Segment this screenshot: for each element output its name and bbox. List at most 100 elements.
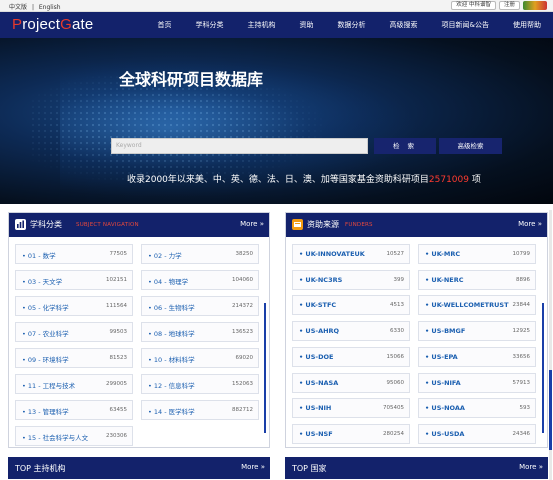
subject-item-label[interactable]: • 06 - 生物科学 (148, 302, 195, 312)
subject-more-link[interactable]: More » (240, 220, 264, 228)
funder-item[interactable]: • UK-MRC 10799 (418, 244, 536, 264)
funder-item-label[interactable]: • UK-WELLCOMETRUST (425, 301, 509, 309)
funder-item-count: 23844 (512, 302, 531, 309)
page-scrollbar[interactable] (549, 210, 552, 480)
subject-item[interactable]: • 06 - 生物科学 214372 (141, 296, 259, 316)
funders-more-link[interactable]: More » (518, 220, 542, 228)
subject-item-label[interactable]: • 09 - 环境科学 (22, 354, 69, 364)
subject-item[interactable]: • 13 - 管理科学 63455 (15, 400, 133, 420)
subject-item-label[interactable]: • 15 - 社会科学与人文 (22, 432, 88, 442)
funder-item-label[interactable]: • US-NIFA (425, 379, 461, 387)
funder-item[interactable]: • UK-NC3RS 399 (292, 269, 410, 290)
funder-item[interactable]: • US-BMGF 12925 (418, 321, 536, 342)
subject-item[interactable]: • 14 - 医学科学 882712 (141, 400, 259, 420)
funder-item[interactable]: • US-NIH 705405 (292, 398, 410, 419)
subject-item[interactable]: • 10 - 材料科学 69020 (141, 348, 259, 368)
top-utility-bar: 中文版 | English 欢迎 中科谱智 注册 (0, 0, 553, 12)
hero-title: 全球科研项目数据库 (119, 70, 264, 89)
subject-scrollbar[interactable] (264, 303, 266, 433)
subject-item-label[interactable]: • 14 - 医学科学 (148, 406, 195, 416)
register-button[interactable]: 注册 (498, 1, 520, 10)
funder-item-label[interactable]: • US-DOE (299, 353, 333, 361)
search-button[interactable]: 检 索 (374, 138, 436, 154)
funding-icon (292, 219, 303, 230)
subject-item-label[interactable]: • 03 - 天文学 (22, 276, 62, 286)
project-count: 2571009 (428, 175, 469, 185)
subject-item-count: 136523 (232, 329, 253, 335)
subject-item[interactable]: • 15 - 社会科学与人文 230306 (15, 426, 133, 446)
subject-item[interactable]: • 08 - 地球科学 136523 (141, 322, 259, 342)
projectgate-logo[interactable]: ProjectGate (12, 16, 93, 33)
funder-item[interactable]: • US-USDA 24346 (418, 423, 536, 444)
nav-news[interactable]: 项目新闻&公告 (430, 12, 501, 38)
funder-item[interactable]: • US-AHRQ 6330 (292, 321, 410, 342)
welcome-user-button[interactable]: 欢迎 中科谱智 (451, 1, 496, 10)
funder-item-label[interactable]: • US-NASA (299, 379, 338, 387)
funder-item[interactable]: • US-EPA 33656 (418, 346, 536, 367)
subject-item-label[interactable]: • 02 - 力学 (148, 250, 182, 260)
subject-item[interactable]: • 11 - 工程与技术 299005 (15, 374, 133, 394)
funder-item[interactable]: • US-DOE 15066 (292, 346, 410, 367)
nav-help[interactable]: 使用帮助 (501, 12, 553, 38)
subject-item-count: 38250 (235, 251, 254, 257)
subject-item-label[interactable]: • 04 - 物理学 (148, 276, 188, 286)
subject-item-label[interactable]: • 13 - 管理科学 (22, 406, 69, 416)
funder-item[interactable]: • US-NIFA 57913 (418, 372, 536, 393)
funder-item[interactable]: • UK-STFC 4513 (292, 295, 410, 316)
funder-item-label[interactable]: • US-NSF (299, 430, 333, 438)
subject-item-label[interactable]: • 10 - 材料科学 (148, 354, 195, 364)
subject-item[interactable]: • 04 - 物理学 104060 (141, 270, 259, 290)
nav-institutions[interactable]: 主持机构 (236, 12, 288, 38)
nav-subjects[interactable]: 学科分类 (184, 12, 236, 38)
funder-item-label[interactable]: • UK-MRC (425, 250, 460, 258)
nav-advanced-search[interactable]: 高级搜索 (378, 12, 430, 38)
flag-icon[interactable] (523, 1, 547, 10)
funder-item-label[interactable]: • US-NOAA (425, 404, 465, 412)
funder-item-label[interactable]: • UK-NC3RS (299, 276, 342, 284)
advanced-search-button[interactable]: 高级检索 (439, 138, 502, 154)
subject-item-count: 882712 (232, 407, 253, 413)
funder-item-count: 6330 (390, 328, 404, 335)
subject-item[interactable]: • 05 - 化学科学 111564 (15, 296, 133, 316)
funder-item[interactable]: • UK-INNOVATEUK 10527 (292, 244, 410, 264)
funder-item[interactable]: • US-NASA 95060 (292, 372, 410, 393)
funder-item-label[interactable]: • US-AHRQ (299, 327, 339, 335)
main-nav: 首页 学科分类 主持机构 资助 数据分析 高级搜索 项目新闻&公告 使用帮助 (146, 12, 553, 38)
subject-item[interactable]: • 02 - 力学 38250 (141, 244, 259, 264)
top-countries-more-link[interactable]: More » (519, 463, 543, 471)
subject-item-label[interactable]: • 11 - 工程与技术 (22, 380, 75, 390)
funders-panel-header: 资助来源 FUNDERS More » (286, 213, 547, 237)
funder-item-label[interactable]: • US-USDA (425, 430, 464, 438)
funder-item-label[interactable]: • UK-INNOVATEUK (299, 250, 365, 258)
subject-item-label[interactable]: • 08 - 地球科学 (148, 328, 195, 338)
top-institutions-more-link[interactable]: More » (241, 463, 265, 471)
page-scrollbar-thumb[interactable] (549, 370, 552, 450)
funders-scrollbar[interactable] (542, 303, 544, 433)
funder-item-label[interactable]: • US-BMGF (425, 327, 465, 335)
top-institutions-title: TOP 主持机构 (15, 464, 66, 473)
subject-item-count: 230306 (106, 433, 127, 439)
lang-zh-link[interactable]: 中文版 (9, 4, 27, 11)
funder-item[interactable]: • US-NSF 280254 (292, 423, 410, 444)
nav-analytics[interactable]: 数据分析 (326, 12, 378, 38)
funder-item-label[interactable]: • US-NIH (299, 404, 331, 412)
subject-item-label[interactable]: • 07 - 农业科学 (22, 328, 69, 338)
search-input[interactable]: Keyword (111, 138, 368, 154)
subject-item[interactable]: • 07 - 农业科学 99503 (15, 322, 133, 342)
lang-en-link[interactable]: English (39, 4, 61, 11)
subject-item-label[interactable]: • 01 - 数学 (22, 250, 56, 260)
funder-item-label[interactable]: • US-EPA (425, 353, 458, 361)
nav-home[interactable]: 首页 (146, 12, 184, 38)
subject-item[interactable]: • 09 - 环境科学 81523 (15, 348, 133, 368)
funder-item-label[interactable]: • UK-NERC (425, 276, 464, 284)
funder-item-label[interactable]: • UK-STFC (299, 301, 336, 309)
nav-funding[interactable]: 资助 (288, 12, 326, 38)
subject-item-label[interactable]: • 05 - 化学科学 (22, 302, 69, 312)
subject-item[interactable]: • 01 - 数学 77505 (15, 244, 133, 264)
funder-item[interactable]: • US-NOAA 593 (418, 398, 536, 419)
subject-item[interactable]: • 12 - 信息科学 152063 (141, 374, 259, 394)
funder-item[interactable]: • UK-WELLCOMETRUST 23844 (418, 295, 536, 316)
subject-item-label[interactable]: • 12 - 信息科学 (148, 380, 195, 390)
subject-item[interactable]: • 03 - 天文学 102151 (15, 270, 133, 290)
funder-item[interactable]: • UK-NERC 8896 (418, 269, 536, 290)
